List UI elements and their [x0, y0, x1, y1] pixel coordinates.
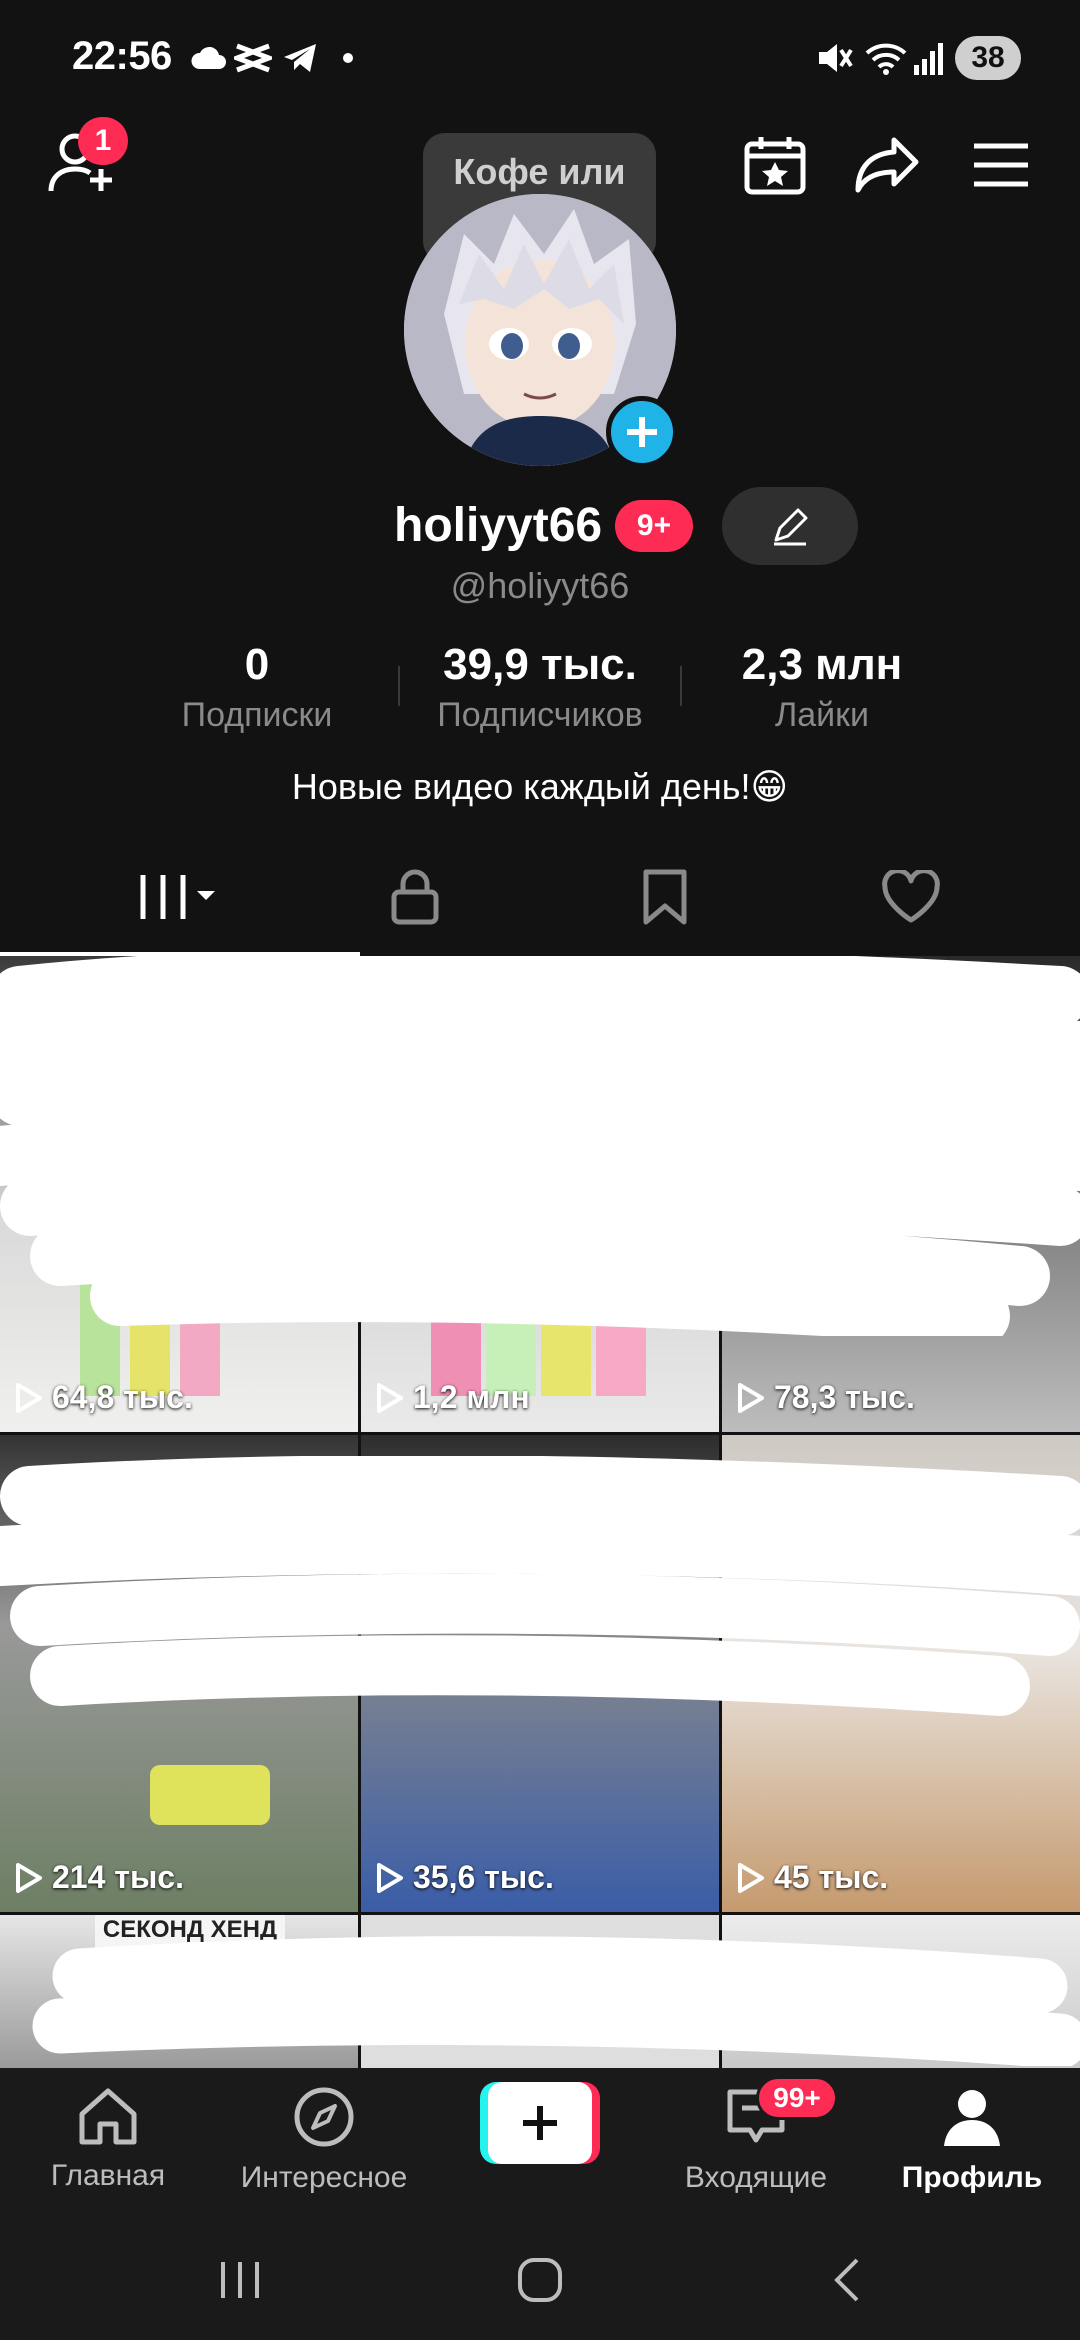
view-count-text: 214 тыс. — [52, 1859, 184, 1895]
play-icon — [738, 1862, 764, 1893]
heart-icon — [882, 870, 940, 923]
pencil-icon — [774, 508, 808, 546]
stat-likes[interactable]: 2,3 млн Лайки — [672, 640, 972, 735]
wifi-icon — [865, 38, 907, 78]
compass-icon — [294, 2087, 354, 2147]
plus-icon — [523, 2106, 557, 2140]
redaction-scribble — [32, 1936, 1080, 2066]
recent-apps-button[interactable] — [200, 2250, 280, 2310]
view-count-text: 35,6 тыс. — [413, 1859, 554, 1895]
stat-followers-value: 39,9 тыс. — [443, 640, 637, 689]
system-nav-bar — [0, 2220, 1080, 2340]
calendar-button[interactable] — [740, 130, 810, 200]
add-friends-badge: 1 — [78, 117, 128, 165]
add-story-button[interactable] — [606, 396, 678, 468]
tab-liked[interactable] — [866, 862, 956, 932]
nav-home-label: Главная — [50, 2159, 166, 2192]
view-count: 1,2 млн — [375, 1379, 530, 1416]
view-count-text: 64,8 тыс. — [52, 1379, 193, 1415]
inbox-badge: 99+ — [756, 2076, 838, 2120]
view-count-text: 45 тыс. — [774, 1859, 889, 1895]
nav-profile[interactable]: Профиль — [872, 2086, 1072, 2195]
share-icon — [855, 137, 919, 193]
notification-dot-icon — [342, 38, 354, 78]
menu-button[interactable] — [966, 130, 1036, 200]
videos-grid-icon — [140, 875, 215, 919]
play-icon — [16, 1862, 42, 1893]
play-icon — [16, 1382, 42, 1413]
view-count-text: 1,2 млн — [413, 1379, 530, 1415]
view-count-text: 78,3 тыс. — [774, 1379, 915, 1415]
home-square-icon — [518, 2258, 562, 2302]
username-badge[interactable]: 9+ — [615, 500, 693, 552]
stat-likes-label: Лайки — [774, 696, 870, 734]
cloud-icon — [190, 38, 226, 78]
edit-profile-button[interactable] — [722, 487, 858, 565]
redaction-scribble — [0, 1456, 1080, 1716]
view-count: 214 тыс. — [14, 1859, 184, 1896]
nav-home[interactable]: Главная — [8, 2086, 208, 2193]
play-icon — [377, 1862, 403, 1893]
nav-inbox-label: Входящие — [684, 2161, 828, 2194]
capcut-icon — [234, 38, 272, 78]
stat-following-value: 0 — [244, 640, 270, 689]
calendar-star-icon — [744, 137, 806, 195]
create-button[interactable] — [480, 2082, 600, 2164]
view-count: 35,6 тыс. — [375, 1859, 554, 1896]
play-icon — [738, 1382, 764, 1413]
recents-icon — [221, 2262, 259, 2298]
stat-followers-label: Подписчиков — [437, 696, 643, 734]
view-count: 64,8 тыс. — [14, 1379, 193, 1416]
stat-following[interactable]: 0 Подписки — [107, 640, 407, 735]
bookmark-icon — [643, 869, 687, 925]
signal-icon — [912, 38, 944, 78]
user-handle: @holiyyt66 — [450, 565, 630, 606]
tab-favorites[interactable] — [620, 862, 710, 932]
stat-following-label: Подписки — [181, 696, 333, 734]
view-count: 45 тыс. — [736, 1859, 888, 1896]
view-count: 78,3 тыс. — [736, 1379, 915, 1416]
stat-likes-value: 2,3 млн — [741, 640, 903, 689]
nav-profile-label: Профиль — [901, 2161, 1043, 2194]
play-icon — [377, 1382, 403, 1413]
telegram-icon — [282, 38, 318, 78]
profile-bio: Новые видео каждый день!😁 — [291, 766, 789, 807]
share-button[interactable] — [852, 130, 922, 200]
back-button[interactable] — [806, 2250, 886, 2310]
mute-icon — [815, 38, 853, 78]
tab-private[interactable] — [370, 862, 460, 932]
battery-indicator: 38 — [955, 36, 1021, 80]
home-system-button[interactable] — [500, 2250, 580, 2310]
lock-icon — [391, 869, 439, 925]
status-time: 22:56 — [72, 34, 172, 78]
username: holiyyt66 — [394, 499, 603, 552]
home-icon — [79, 2088, 137, 2145]
nav-discover-label: Интересное — [240, 2161, 408, 2194]
plus-icon — [627, 417, 657, 447]
status-bar: 22:56 38 — [0, 0, 1080, 120]
back-chevron-icon — [834, 2258, 859, 2302]
hamburger-icon — [974, 143, 1028, 187]
stat-followers[interactable]: 39,9 тыс. Подписчиков — [390, 640, 690, 735]
nav-discover[interactable]: Интересное — [224, 2086, 424, 2195]
tab-videos[interactable] — [90, 862, 270, 932]
profile-icon — [944, 2090, 1000, 2146]
redaction-scribble — [0, 956, 1080, 1336]
